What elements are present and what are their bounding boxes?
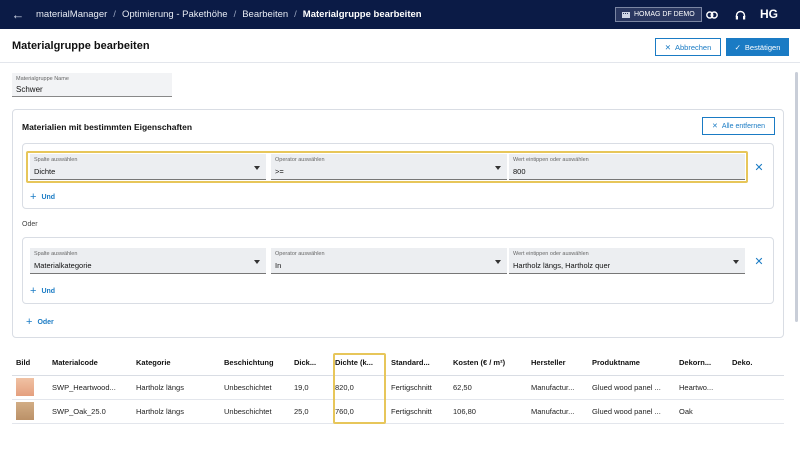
materials-table: Bild Materialcode Kategorie Beschichtung… bbox=[12, 351, 784, 424]
operator-select-value: In bbox=[275, 261, 282, 270]
table-cell: 62,50 bbox=[449, 375, 527, 400]
column-header[interactable]: Bild bbox=[12, 351, 48, 376]
column-select-value: Materialkategorie bbox=[34, 261, 92, 270]
table-cell: Oak bbox=[675, 399, 728, 424]
column-header[interactable]: Standard... bbox=[387, 351, 449, 376]
table-cell: 25,0 bbox=[290, 399, 331, 424]
table-cell: Unbeschichtet bbox=[220, 399, 290, 424]
close-icon[interactable]: ✕ bbox=[754, 163, 764, 174]
remove-all-button[interactable]: ✕ Alle entfernen bbox=[702, 117, 775, 135]
table-cell: Fertigschnitt bbox=[387, 399, 449, 424]
table-cell: Hartholz längs bbox=[132, 375, 220, 400]
close-icon[interactable]: ✕ bbox=[754, 257, 764, 268]
scrollbar[interactable] bbox=[795, 72, 798, 322]
column-header[interactable]: Dekorn... bbox=[675, 351, 728, 376]
value-select-value: Hartholz längs, Hartholz quer bbox=[513, 261, 611, 270]
homag-logo[interactable]: HG bbox=[760, 7, 778, 21]
column-select-label: Spalte auswählen bbox=[34, 251, 78, 257]
close-icon: ✕ bbox=[711, 123, 718, 130]
column-header[interactable]: Deko. bbox=[728, 351, 784, 376]
plus-icon: + bbox=[30, 285, 37, 297]
table-cell: 106,80 bbox=[449, 399, 527, 424]
breadcrumb-edit[interactable]: Bearbeiten bbox=[242, 9, 288, 20]
value-select-label: Wert eintippen oder auswählen bbox=[513, 251, 589, 257]
add-and-label: Und bbox=[41, 193, 56, 201]
add-and-label: Und bbox=[41, 287, 56, 295]
table-cell: Glued wood panel ... bbox=[588, 375, 675, 400]
column-header[interactable]: Beschichtung bbox=[220, 351, 290, 376]
group-name-label: Materialgruppe Name bbox=[16, 76, 69, 82]
material-thumbnail bbox=[16, 402, 34, 420]
add-and-button[interactable]: + Und bbox=[30, 191, 55, 203]
chevron-down-icon bbox=[733, 260, 739, 264]
table-cell: Fertigschnitt bbox=[387, 375, 449, 400]
table-row[interactable]: SWP_Oak_25.0 Hartholz längs Unbeschichte… bbox=[12, 399, 784, 424]
back-arrow-icon[interactable]: ← bbox=[0, 7, 36, 22]
material-thumbnail bbox=[16, 378, 34, 396]
page-header: Materialgruppe bearbeiten ✕ Abbrechen ✓ … bbox=[0, 29, 800, 63]
breadcrumb-separator: / bbox=[233, 9, 237, 20]
page-title: Materialgruppe bearbeiten bbox=[12, 40, 150, 52]
column-header[interactable]: Dick... bbox=[290, 351, 331, 376]
filter-panel-title: Materialien mit bestimmten Eigenschaften bbox=[22, 122, 193, 132]
table-cell: Glued wood panel ... bbox=[588, 399, 675, 424]
tenant-label: HOMAG DF DEMO bbox=[634, 11, 695, 18]
check-icon: ✓ bbox=[734, 42, 741, 52]
column-header[interactable]: Produktname bbox=[588, 351, 675, 376]
chevron-down-icon bbox=[495, 260, 501, 264]
link-icon[interactable] bbox=[705, 8, 719, 22]
column-header[interactable]: Kosten (€ / m²) bbox=[449, 351, 527, 376]
table-header-row: Bild Materialcode Kategorie Beschichtung… bbox=[12, 351, 784, 376]
confirm-button[interactable]: ✓ Bestätigen bbox=[726, 38, 789, 56]
plus-icon: + bbox=[26, 316, 33, 328]
table-cell: SWP_Oak_25.0 bbox=[48, 399, 132, 424]
group-name-value: Schwer bbox=[16, 85, 43, 94]
breadcrumb-optimization[interactable]: Optimierung - Pakethöhe bbox=[122, 9, 228, 20]
table-cell bbox=[728, 375, 784, 400]
table-row[interactable]: SWP_Heartwood... Hartholz längs Unbeschi… bbox=[12, 375, 784, 400]
breadcrumb-separator: / bbox=[294, 9, 297, 20]
table-cell: 19,0 bbox=[290, 375, 331, 400]
table-cell: Heartwo... bbox=[675, 375, 728, 400]
confirm-label: Bestätigen bbox=[744, 42, 781, 52]
column-header[interactable]: Materialcode bbox=[48, 351, 132, 376]
plus-icon: + bbox=[30, 191, 37, 203]
column-select[interactable]: Spalte auswählen Materialkategorie bbox=[30, 248, 266, 274]
column-header[interactable]: Kategorie bbox=[132, 351, 220, 376]
remove-all-label: Alle entfernen bbox=[721, 122, 766, 130]
material-thumbnail-cell bbox=[12, 375, 48, 400]
chevron-down-icon bbox=[254, 260, 260, 264]
density-column-highlight bbox=[333, 353, 386, 424]
column-header[interactable]: Hersteller bbox=[527, 351, 588, 376]
table-cell: SWP_Heartwood... bbox=[48, 375, 132, 400]
material-thumbnail-cell bbox=[12, 399, 48, 424]
add-and-button[interactable]: + Und bbox=[30, 285, 55, 297]
table-cell: Manufactur... bbox=[527, 375, 588, 400]
table-cell: Manufactur... bbox=[527, 399, 588, 424]
cancel-label: Abbrechen bbox=[675, 42, 712, 52]
table-cell: Unbeschichtet bbox=[220, 375, 290, 400]
breadcrumb-current: Materialgruppe bearbeiten bbox=[302, 9, 422, 20]
table-cell bbox=[728, 399, 784, 424]
building-icon bbox=[622, 12, 630, 18]
table-cell: Hartholz längs bbox=[132, 399, 220, 424]
operator-select[interactable]: Operator auswählen In bbox=[271, 248, 507, 274]
breadcrumb-separator: / bbox=[113, 9, 116, 20]
headset-icon[interactable] bbox=[733, 8, 747, 22]
cancel-button[interactable]: ✕ Abbrechen bbox=[655, 38, 721, 56]
value-select[interactable]: Wert eintippen oder auswählen Hartholz l… bbox=[509, 248, 745, 274]
close-icon: ✕ bbox=[664, 42, 671, 52]
highlight-frame bbox=[26, 151, 748, 183]
or-separator-label: Oder bbox=[22, 221, 38, 228]
add-or-button[interactable]: + Oder bbox=[26, 316, 54, 328]
operator-select-label: Operator auswählen bbox=[275, 251, 325, 257]
add-or-label: Oder bbox=[37, 318, 54, 326]
breadcrumb-app[interactable]: materialManager bbox=[36, 9, 107, 20]
tenant-badge[interactable]: HOMAG DF DEMO bbox=[615, 7, 702, 22]
group-name-field[interactable]: Materialgruppe Name Schwer bbox=[12, 73, 172, 97]
